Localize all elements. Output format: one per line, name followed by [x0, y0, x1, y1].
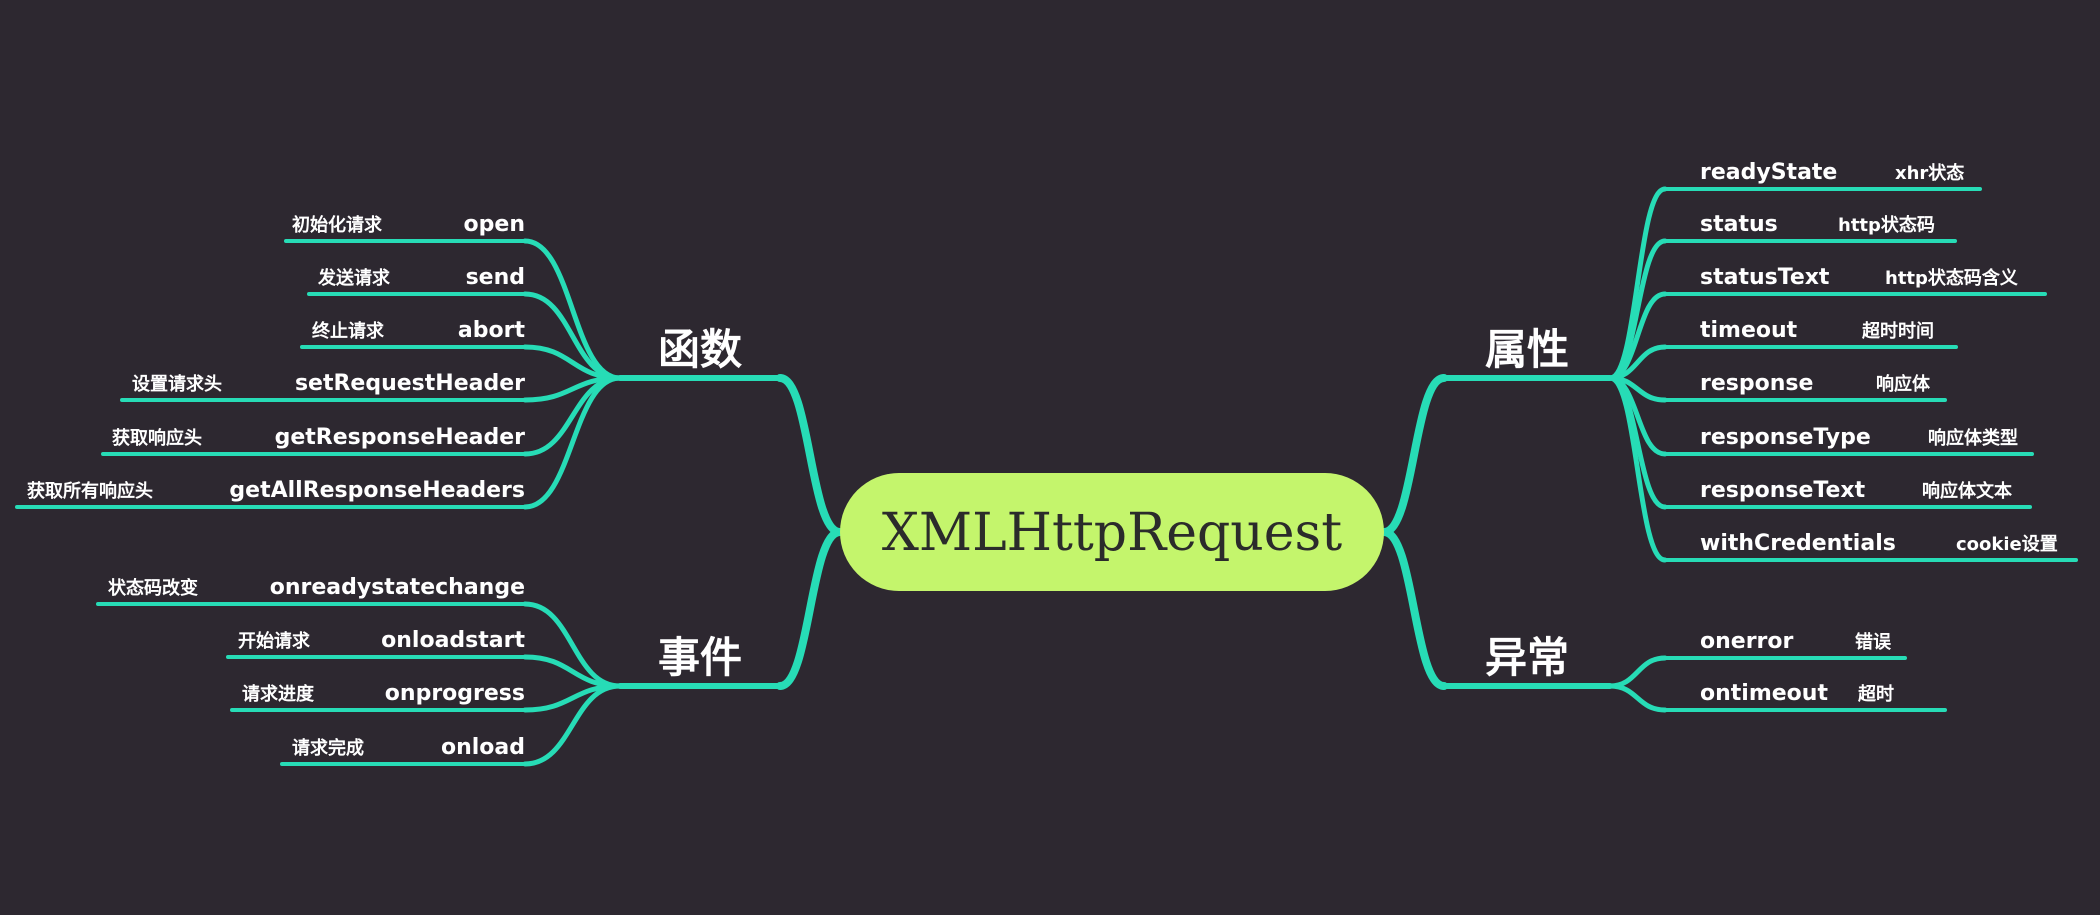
- events-leaf-onload[interactable]: onload 请求完成: [292, 735, 525, 760]
- exceptions-leaf-onerror[interactable]: onerror 错误: [1700, 629, 1892, 654]
- leaf-note: 超时: [1858, 683, 1894, 705]
- leaf-name: responseType: [1700, 425, 1871, 450]
- leaf-note: 响应体文本: [1922, 480, 2012, 502]
- leaf-note: 响应体: [1876, 373, 1931, 395]
- leaf-name: onprogress: [385, 681, 525, 706]
- functions-leaf-setRequestHeader[interactable]: setRequestHeader 设置请求头: [132, 371, 525, 396]
- events-trunk-link: [776, 528, 844, 690]
- functions-leaf-link: [522, 238, 623, 381]
- leaf-name: readyState: [1700, 160, 1837, 185]
- leaf-name: getAllResponseHeaders: [229, 478, 525, 503]
- functions-leaf-abort[interactable]: abort 终止请求: [312, 318, 525, 343]
- leaf-note: 错误: [1855, 631, 1892, 653]
- properties-leaf-link: [1607, 238, 1668, 381]
- functions-leaf-send[interactable]: send 发送请求: [317, 265, 525, 290]
- properties-leaf-status[interactable]: status http状态码: [1700, 212, 1935, 237]
- leaf-name: status: [1700, 212, 1778, 237]
- leaf-note: 请求进度: [242, 683, 315, 705]
- leaf-note: 超时时间: [1862, 320, 1934, 342]
- leaf-name: timeout: [1700, 318, 1798, 343]
- leaf-name: onreadystatechange: [270, 575, 525, 600]
- exceptions-leaf-link: [1607, 655, 1668, 689]
- events-leaf-onreadystatechange[interactable]: onreadystatechange 状态码改变: [108, 575, 525, 600]
- leaf-note: cookie设置: [1956, 534, 2058, 555]
- leaf-note: 开始请求: [238, 630, 311, 652]
- branch-properties[interactable]: 属性 readyState xhr状态 status http状态码 statusText…: [1485, 160, 2058, 556]
- leaf-note: 初始化请求: [292, 214, 383, 236]
- leaf-note: 获取响应头: [112, 427, 202, 449]
- properties-trunk-link: [1380, 374, 1448, 536]
- leaf-name: abort: [458, 318, 526, 343]
- leaf-name: response: [1700, 371, 1813, 396]
- leaf-name: getResponseHeader: [275, 425, 526, 450]
- exceptions-leaf-ontimeout[interactable]: ontimeout 超时: [1700, 681, 1894, 706]
- properties-leaf-statusText[interactable]: statusText http状态码含义: [1700, 265, 2018, 290]
- leaf-note: 请求完成: [292, 737, 364, 759]
- leaf-name: setRequestHeader: [295, 371, 525, 396]
- properties-leaf-responseText[interactable]: responseText 响应体文本: [1700, 478, 2012, 503]
- functions-trunk-link: [776, 374, 844, 536]
- branch-exceptions[interactable]: 异常 onerror 错误 ontimeout 超时: [1485, 629, 1894, 706]
- properties-leaf-link: [1607, 375, 1668, 563]
- properties-leaf-readyState[interactable]: readyState xhr状态: [1700, 160, 1964, 185]
- properties-leaf-withCredentials[interactable]: withCredentials cookie设置: [1700, 531, 2058, 556]
- leaf-name: send: [466, 265, 525, 290]
- leaf-note: 设置请求头: [132, 373, 222, 395]
- leaf-name: open: [464, 212, 525, 237]
- functions-leaf-open[interactable]: open 初始化请求: [292, 212, 525, 237]
- properties-leaf-timeout[interactable]: timeout 超时时间: [1700, 318, 1934, 343]
- exceptions-branch-label: 异常: [1485, 633, 1569, 682]
- exceptions-leaf-link: [1607, 683, 1668, 713]
- leaf-name: onload: [441, 735, 525, 760]
- leaf-note: 响应体类型: [1928, 427, 2018, 449]
- leaf-name: ontimeout: [1700, 681, 1828, 706]
- properties-leaf-responseType[interactable]: responseType 响应体类型: [1700, 425, 2018, 450]
- leaf-note: http状态码: [1838, 214, 1935, 236]
- mindmap-canvas: XMLHttpRequest 函数 open 初始化请求 send 发送请求 abort 终…: [15, 160, 2078, 767]
- leaf-name: onloadstart: [381, 628, 525, 653]
- functions-leaf-getAllResponseHeaders[interactable]: getAllResponseHeaders 获取所有响应头: [27, 478, 525, 503]
- events-branch-label: 事件: [658, 633, 742, 682]
- leaf-note: 发送请求: [317, 267, 391, 289]
- leaf-note: 获取所有响应头: [27, 480, 153, 502]
- leaf-note: http状态码含义: [1885, 267, 2018, 289]
- leaf-name: responseText: [1700, 478, 1866, 503]
- leaf-name: withCredentials: [1700, 531, 1896, 556]
- exceptions-trunk-link: [1380, 528, 1448, 690]
- functions-branch-label: 函数: [658, 325, 742, 374]
- events-leaf-onprogress[interactable]: onprogress 请求进度: [242, 681, 525, 706]
- properties-leaf-response[interactable]: response 响应体: [1700, 371, 1931, 396]
- properties-branch-label: 属性: [1485, 325, 1569, 374]
- branch-functions[interactable]: 函数 open 初始化请求 send 发送请求 abort 终止请求 setRequestHe…: [27, 212, 742, 503]
- leaf-note: 终止请求: [312, 320, 385, 342]
- leaf-note: xhr状态: [1895, 162, 1964, 184]
- leaf-note: 状态码改变: [108, 577, 198, 599]
- functions-leaf-getResponseHeader[interactable]: getResponseHeader 获取响应头: [112, 425, 525, 450]
- events-leaf-onloadstart[interactable]: onloadstart 开始请求: [238, 628, 525, 653]
- leaf-name: statusText: [1700, 265, 1830, 290]
- center-node[interactable]: XMLHttpRequest: [840, 473, 1384, 591]
- leaf-name: onerror: [1700, 629, 1794, 654]
- center-node-label: XMLHttpRequest: [882, 503, 1342, 563]
